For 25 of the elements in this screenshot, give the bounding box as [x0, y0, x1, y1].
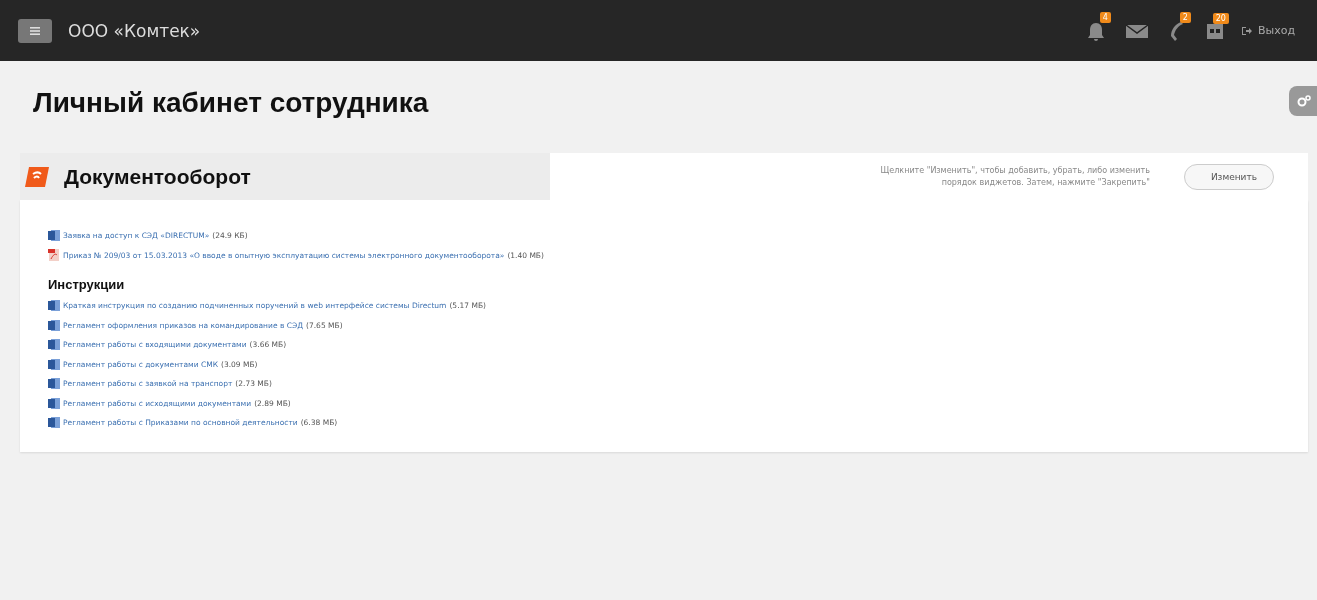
logo-icon — [24, 165, 50, 188]
company-name: ООО «Комтек» — [68, 20, 201, 41]
word-file-icon — [48, 339, 60, 351]
notification-badge: 2 — [1179, 11, 1191, 23]
page-title: Личный кабинет сотрудника — [32, 86, 429, 120]
notification-badge: 4 — [1099, 11, 1111, 23]
panel-title: Документооборот — [64, 164, 251, 189]
logout-icon — [1240, 25, 1252, 36]
word-file-icon — [48, 300, 60, 312]
edit-button[interactable]: Изменить — [1183, 163, 1274, 190]
menu-button[interactable] — [18, 18, 52, 43]
menu-icon — [30, 26, 40, 35]
word-file-icon — [48, 358, 60, 370]
word-file-icon — [48, 319, 60, 331]
settings-button[interactable] — [1289, 86, 1317, 116]
word-file-icon — [48, 230, 60, 242]
gears-icon — [1297, 95, 1311, 107]
word-file-icon — [48, 378, 60, 390]
hint-text: Щелкните "Изменить", чтобы добавить, убрать, либо изменить порядок виджетов. Затем, нажмите "Закрепить" — [879, 165, 1150, 188]
word-file-icon — [48, 397, 60, 409]
pdf-file-icon — [48, 249, 60, 262]
logout-link[interactable]: Выход — [1240, 24, 1295, 37]
word-file-icon — [48, 417, 60, 429]
notification-badge: 20 — [1212, 12, 1229, 24]
section-heading: Инструкции — [48, 277, 126, 292]
